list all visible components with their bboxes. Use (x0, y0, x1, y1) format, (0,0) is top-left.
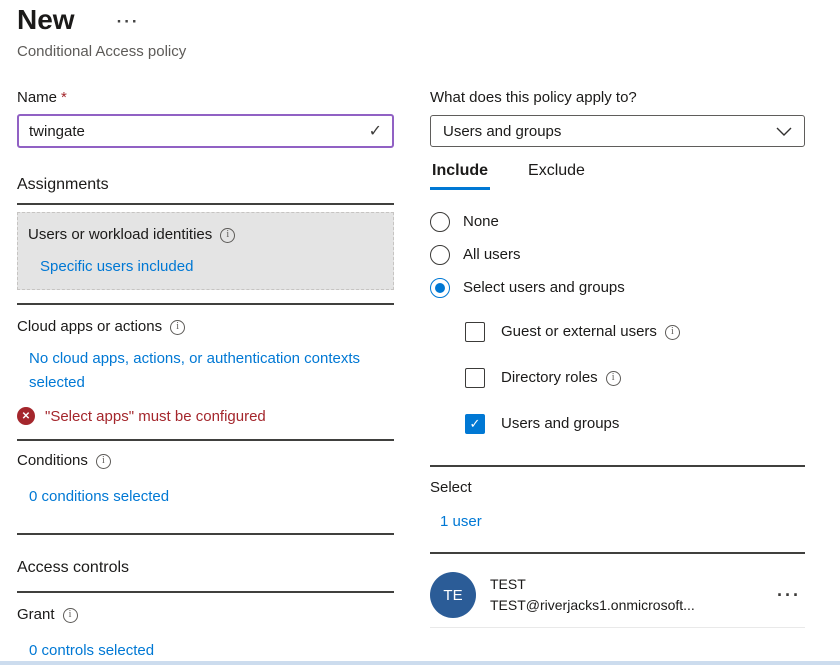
grant-label: Grant (17, 605, 394, 625)
users-panel-column: What does this policy apply to? Users an… (430, 88, 805, 628)
checkbox-guest-external-users[interactable]: ✓ Guest or external users (465, 322, 805, 342)
divider (17, 303, 394, 305)
checkbox-icon: ✓ (465, 414, 485, 434)
tab-exclude[interactable]: Exclude (526, 161, 587, 190)
info-icon[interactable] (170, 320, 185, 335)
users-identities-label: Users or workload identities (28, 225, 383, 245)
error-icon: ✕ (17, 407, 35, 425)
access-controls-header: Access controls (17, 557, 394, 579)
assignments-header: Assignments (17, 174, 394, 196)
selected-users-count-link[interactable]: 1 user (440, 512, 482, 532)
conditions-link[interactable]: 0 conditions selected (29, 487, 169, 507)
info-icon[interactable] (665, 325, 680, 340)
divider (17, 439, 394, 441)
info-icon[interactable] (220, 228, 235, 243)
user-avatar: TE (430, 572, 476, 618)
chevron-down-icon (776, 127, 792, 136)
conditions-label: Conditions (17, 451, 394, 471)
policy-form-column: Name * ✓ Assignments Users or workload i… (17, 88, 394, 661)
page-header: New ··· Conditional Access policy (17, 4, 186, 60)
page-subtitle: Conditional Access policy (17, 43, 186, 60)
target-checkbox-group: ✓ Guest or external users ✓ Directory ro… (465, 322, 805, 434)
user-meta: TEST TEST@riverjacks1.onmicrosoft... (490, 574, 773, 616)
required-asterisk: * (61, 88, 67, 108)
divider (430, 465, 805, 467)
checkbox-icon: ✓ (465, 322, 485, 342)
grant-link[interactable]: 0 controls selected (29, 641, 154, 661)
policy-name-field: ✓ (17, 114, 394, 148)
checkbox-icon: ✓ (465, 368, 485, 388)
apply-to-label: What does this policy apply to? (430, 88, 805, 108)
radio-icon (430, 212, 450, 232)
validation-error: ✕ "Select apps" must be configured (17, 407, 394, 425)
divider (17, 533, 394, 535)
radio-icon (430, 278, 450, 298)
selected-user-row[interactable]: TE TEST TEST@riverjacks1.onmicrosoft... … (430, 572, 805, 618)
tab-include[interactable]: Include (430, 161, 490, 190)
dropdown-value: Users and groups (443, 123, 776, 140)
cloud-apps-link[interactable]: No cloud apps, actions, or authenticatio… (29, 347, 361, 395)
info-icon[interactable] (96, 454, 111, 469)
divider (17, 591, 394, 593)
radio-icon (430, 245, 450, 265)
radio-select-users-groups[interactable]: Select users and groups (430, 278, 805, 298)
policy-name-input[interactable] (29, 123, 369, 140)
cloud-apps-label: Cloud apps or actions (17, 317, 394, 337)
bottom-edge-strip (0, 661, 840, 665)
valid-checkmark-icon: ✓ (369, 121, 382, 141)
user-display-name: TEST (490, 574, 773, 595)
divider (430, 627, 805, 628)
select-label: Select (430, 478, 805, 498)
apply-to-dropdown[interactable]: Users and groups (430, 115, 805, 147)
divider (430, 552, 805, 554)
checkbox-users-and-groups[interactable]: ✓ Users and groups (465, 414, 805, 434)
more-options-icon[interactable]: ··· (117, 13, 140, 30)
user-more-options-icon[interactable]: ··· (773, 585, 805, 606)
users-identities-card: Users or workload identities Specific us… (17, 212, 394, 290)
page-title: New (17, 4, 75, 36)
info-icon[interactable] (606, 371, 621, 386)
user-email: TEST@riverjacks1.onmicrosoft... (490, 595, 773, 616)
radio-none[interactable]: None (430, 212, 805, 232)
include-radio-group: None All users Select users and groups (430, 212, 805, 298)
info-icon[interactable] (63, 608, 78, 623)
name-label: Name * (17, 88, 394, 108)
include-exclude-tabs: Include Exclude (430, 161, 805, 190)
specific-users-link[interactable]: Specific users included (40, 257, 193, 277)
radio-all-users[interactable]: All users (430, 245, 805, 265)
error-message: "Select apps" must be configured (45, 408, 266, 425)
checkbox-directory-roles[interactable]: ✓ Directory roles (465, 368, 805, 388)
divider (17, 203, 394, 205)
